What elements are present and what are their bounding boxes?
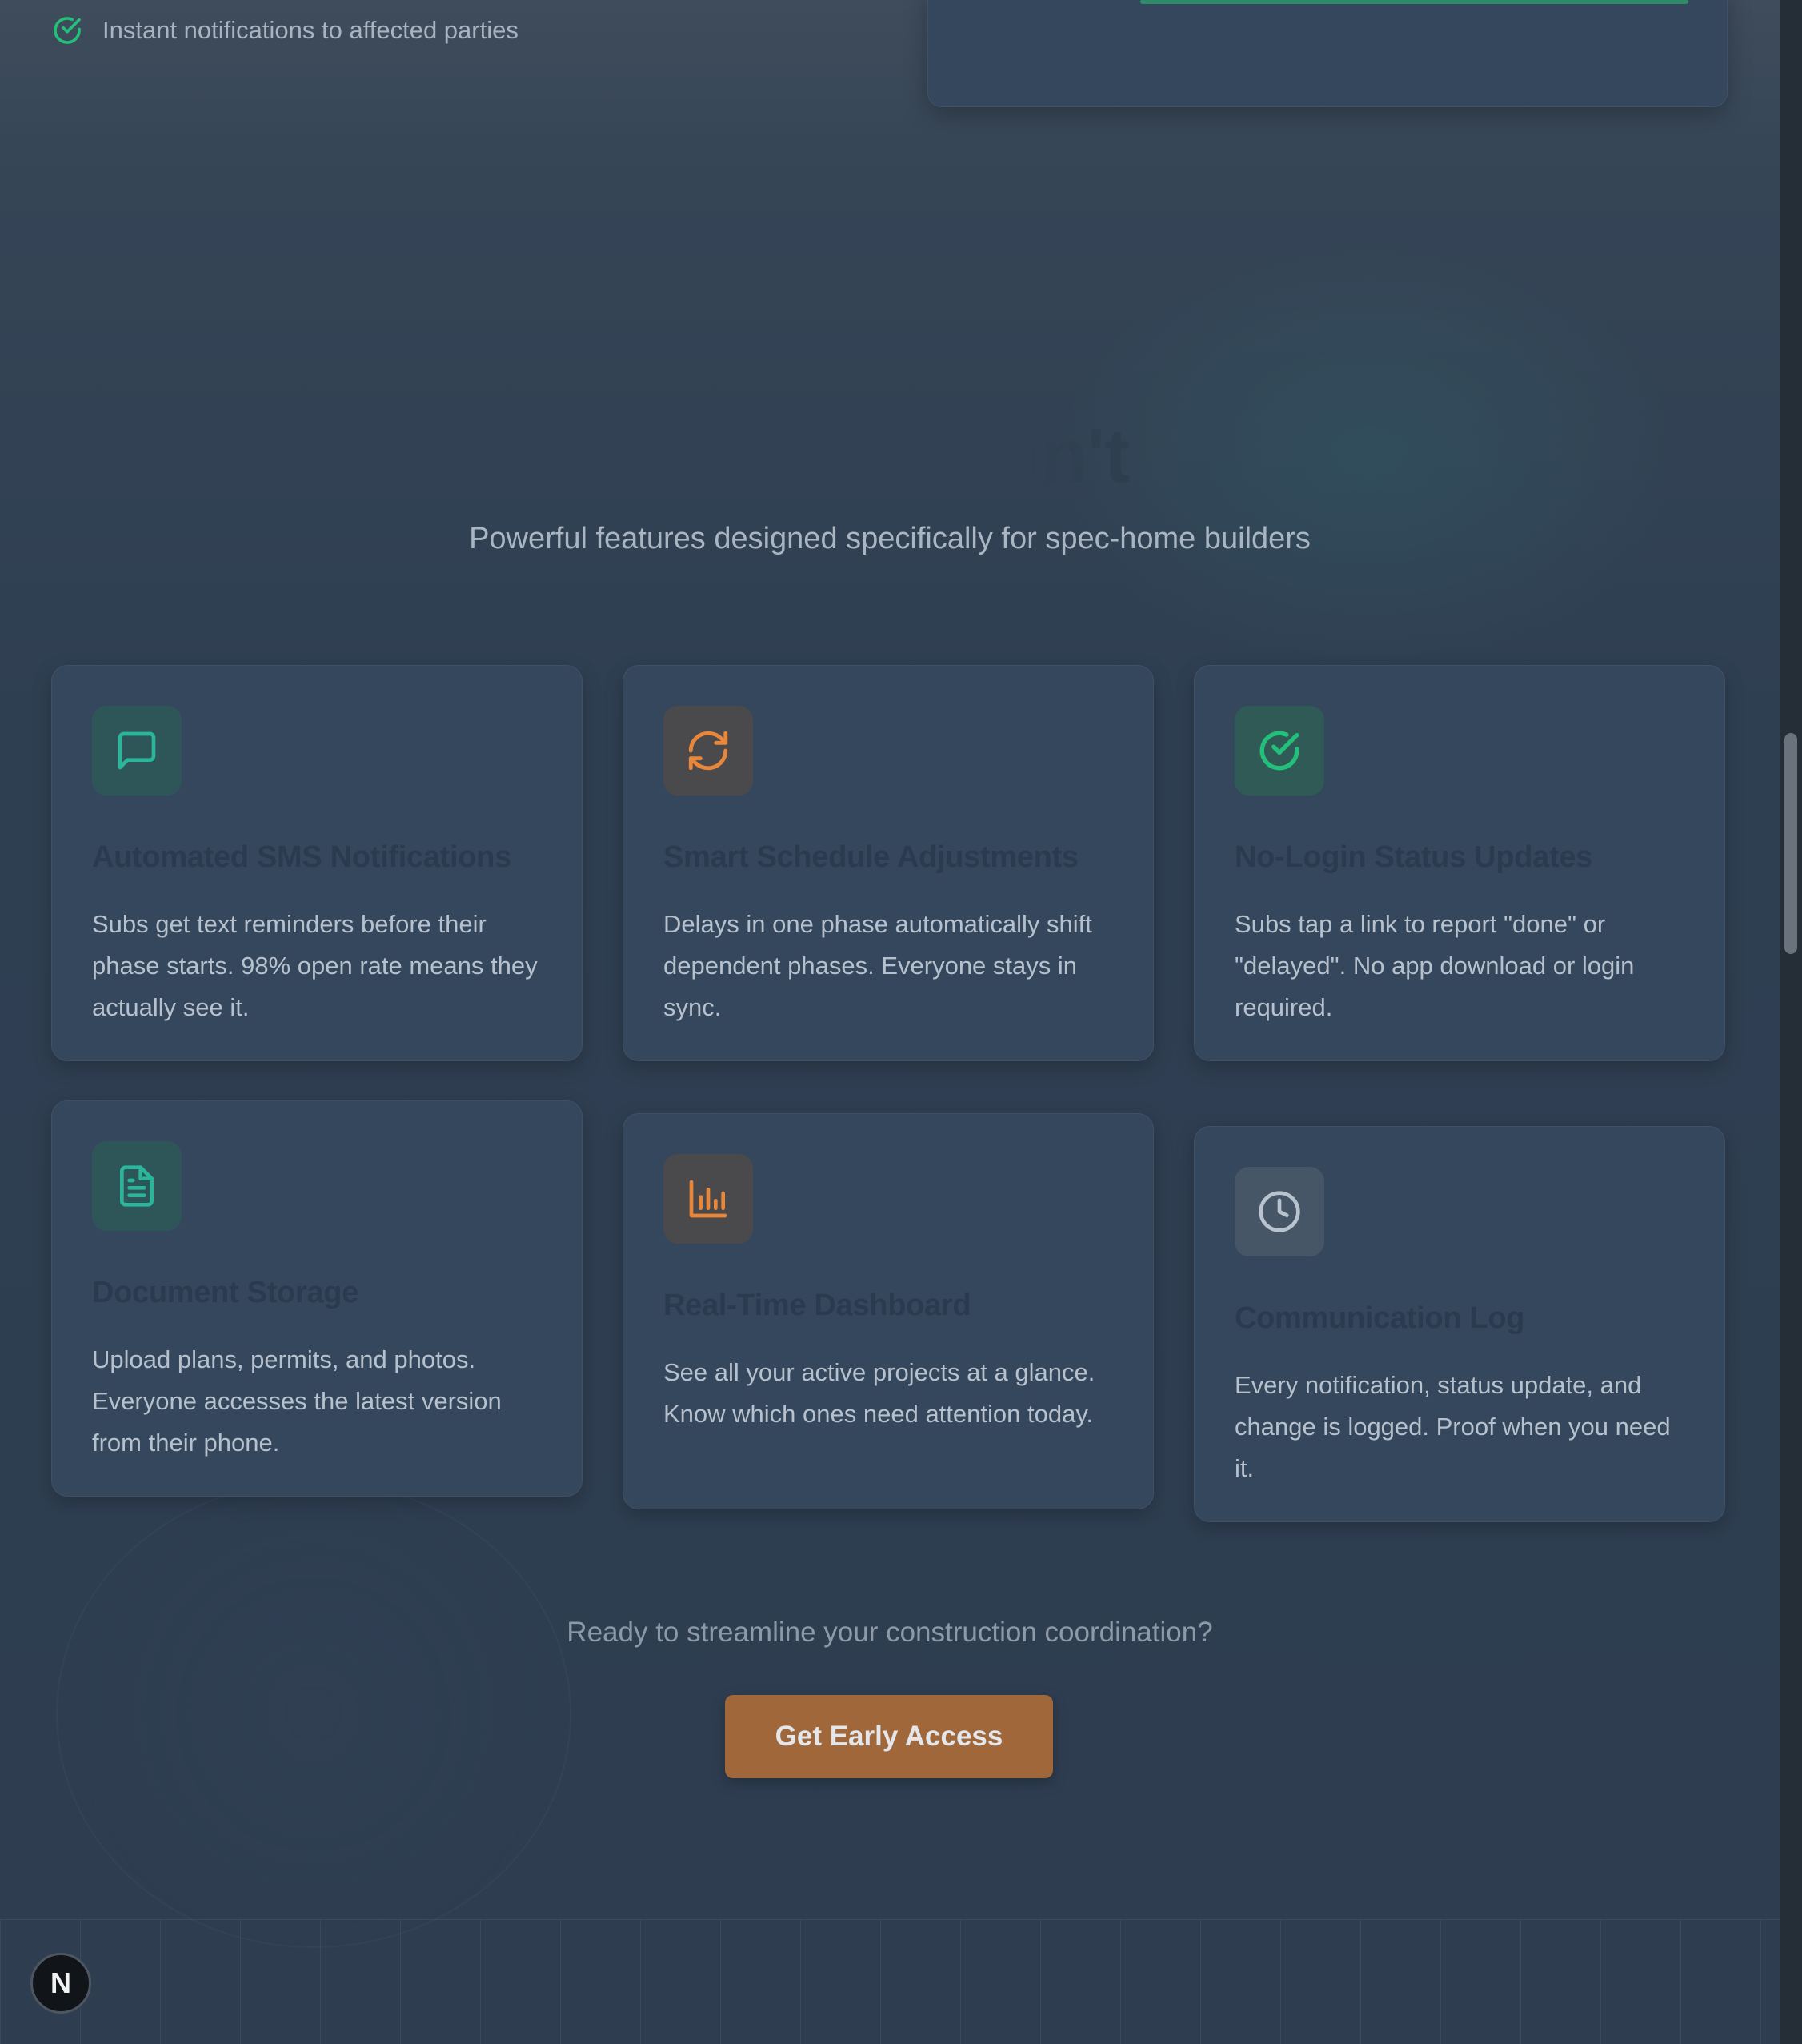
feature-icon-box xyxy=(1235,706,1324,796)
check-circle-icon xyxy=(1259,731,1299,771)
bar-chart-icon xyxy=(689,1180,727,1218)
feature-description: Subs get text reminders before their pha… xyxy=(92,910,538,1021)
get-early-access-button[interactable]: Get Early Access xyxy=(725,1695,1053,1778)
feature-card-status: No-Login Status Updates Subs tap a link … xyxy=(1194,665,1725,1061)
feature-title: Real-Time Dashboard xyxy=(663,1289,971,1322)
n-logo-badge[interactable]: N xyxy=(30,1953,91,2014)
feature-title: Smart Schedule Adjustments xyxy=(663,840,1079,874)
feature-card-dashboard: Real-Time Dashboard See all your active … xyxy=(623,1113,1154,1509)
background-ring xyxy=(56,1481,571,1948)
check-circle-icon xyxy=(54,17,81,44)
refresh-icon xyxy=(688,731,728,771)
grid-background xyxy=(0,1919,1780,2044)
feature-card-documents: Document Storage Upload plans, permits, … xyxy=(51,1100,583,1497)
feature-icon-box xyxy=(663,1154,753,1244)
feature-title: No-Login Status Updates xyxy=(1235,840,1592,874)
section-subtitle: Powerful features designed specifically … xyxy=(469,522,1311,555)
feature-icon-box xyxy=(92,1141,182,1231)
feature-icon-box xyxy=(663,706,753,796)
feature-icon-box xyxy=(92,706,182,796)
feature-card-log: Communication Log Every notification, st… xyxy=(1194,1126,1725,1522)
feature-description: Subs tap a link to report "done" or "del… xyxy=(1235,910,1635,1021)
clock-icon xyxy=(1259,1191,1300,1232)
feature-description: Upload plans, permits, and photos. Every… xyxy=(92,1345,502,1457)
feature-description: See all your active projects at a glance… xyxy=(663,1358,1095,1428)
page: Instant notifications to affected partie… xyxy=(0,0,1780,2044)
preview-card xyxy=(927,0,1728,107)
progress-bar xyxy=(1140,0,1688,4)
feature-title: Communication Log xyxy=(1235,1301,1525,1335)
scrollbar-track[interactable] xyxy=(1780,0,1802,2044)
feature-icon-box xyxy=(1235,1167,1324,1256)
cta-text: Ready to streamline your construction co… xyxy=(567,1617,1213,1648)
feature-card-sms: Automated SMS Notifications Subs get tex… xyxy=(51,665,583,1061)
feature-description: Every notification, status update, and c… xyxy=(1235,1371,1671,1482)
feature-check-item: Instant notifications to affected partie… xyxy=(51,14,519,46)
feature-description: Delays in one phase automatically shift … xyxy=(663,910,1092,1021)
message-icon xyxy=(118,731,156,770)
feature-title: Document Storage xyxy=(92,1276,359,1309)
feature-title: Automated SMS Notifications xyxy=(92,840,511,874)
check-item-label: Instant notifications to affected partie… xyxy=(102,16,519,44)
feature-card-schedule: Smart Schedule Adjustments Delays in one… xyxy=(623,665,1154,1061)
scrollbar-thumb[interactable] xyxy=(1784,733,1797,954)
document-icon xyxy=(120,1165,154,1207)
section-title: ing You Don't xyxy=(650,413,1130,499)
